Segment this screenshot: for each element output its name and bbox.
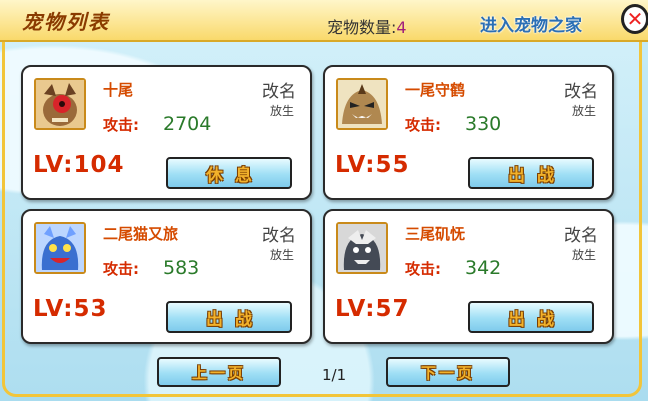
attack-value: 330 — [465, 113, 502, 135]
release-button[interactable]: 放生 — [572, 102, 596, 119]
release-button[interactable]: 放生 — [270, 102, 294, 119]
rename-button[interactable]: 改名 — [262, 77, 296, 102]
next-page-button[interactable]: 下一页 — [386, 357, 510, 387]
rename-button[interactable]: 改名 — [564, 221, 598, 246]
pet-name: 三尾矶怃 — [405, 225, 466, 243]
three-tails-avatar-icon — [336, 222, 388, 274]
panel-title: 宠物列表 — [22, 10, 110, 34]
pet-card: 三尾矶怃 攻击: 342 改名 放生 LV:57 出战 — [323, 209, 614, 344]
attack-label: 攻击: — [103, 116, 139, 134]
pet-count-label: 宠物数量: — [327, 18, 397, 37]
attack-value: 342 — [465, 257, 502, 279]
page-indicator: 1/1 — [322, 366, 347, 384]
pet-name: 一尾守鹤 — [405, 81, 466, 99]
attack-value: 2704 — [163, 113, 212, 135]
two-tails-avatar-icon — [34, 222, 86, 274]
rest-button[interactable]: 休息 — [166, 157, 292, 189]
pet-name: 二尾猫又旅 — [103, 225, 179, 243]
deploy-button[interactable]: 出战 — [468, 157, 594, 189]
one-tail-avatar-icon — [336, 78, 388, 130]
pet-name: 十尾 — [103, 81, 134, 99]
pet-count-value: 4 — [396, 18, 407, 37]
deploy-button[interactable]: 出战 — [166, 301, 292, 333]
rename-button[interactable]: 改名 — [262, 221, 296, 246]
header-bar: 宠物列表 宠物数量:4 进入宠物之家 — [0, 0, 648, 42]
attack-label: 攻击: — [103, 260, 139, 278]
prev-page-button[interactable]: 上一页 — [157, 357, 281, 387]
attack-label: 攻击: — [405, 116, 441, 134]
pet-level: LV:104 — [33, 152, 125, 178]
close-icon[interactable]: ✕ — [621, 4, 648, 34]
pet-level: LV:55 — [335, 152, 410, 178]
pet-level: LV:53 — [33, 296, 108, 322]
pet-count: 宠物数量:4 — [327, 14, 407, 38]
ten-tails-avatar-icon — [34, 78, 86, 130]
rename-button[interactable]: 改名 — [564, 77, 598, 102]
pet-level: LV:57 — [335, 296, 410, 322]
pet-card: 十尾 攻击: 2704 改名 放生 LV:104 休息 — [21, 65, 312, 200]
pet-card: 二尾猫又旅 攻击: 583 改名 放生 LV:53 出战 — [21, 209, 312, 344]
enter-pet-home-link[interactable]: 进入宠物之家 — [480, 11, 582, 36]
release-button[interactable]: 放生 — [572, 246, 596, 263]
attack-label: 攻击: — [405, 260, 441, 278]
deploy-button[interactable]: 出战 — [468, 301, 594, 333]
pet-card: 一尾守鹤 攻击: 330 改名 放生 LV:55 出战 — [323, 65, 614, 200]
attack-value: 583 — [163, 257, 200, 279]
release-button[interactable]: 放生 — [270, 246, 294, 263]
